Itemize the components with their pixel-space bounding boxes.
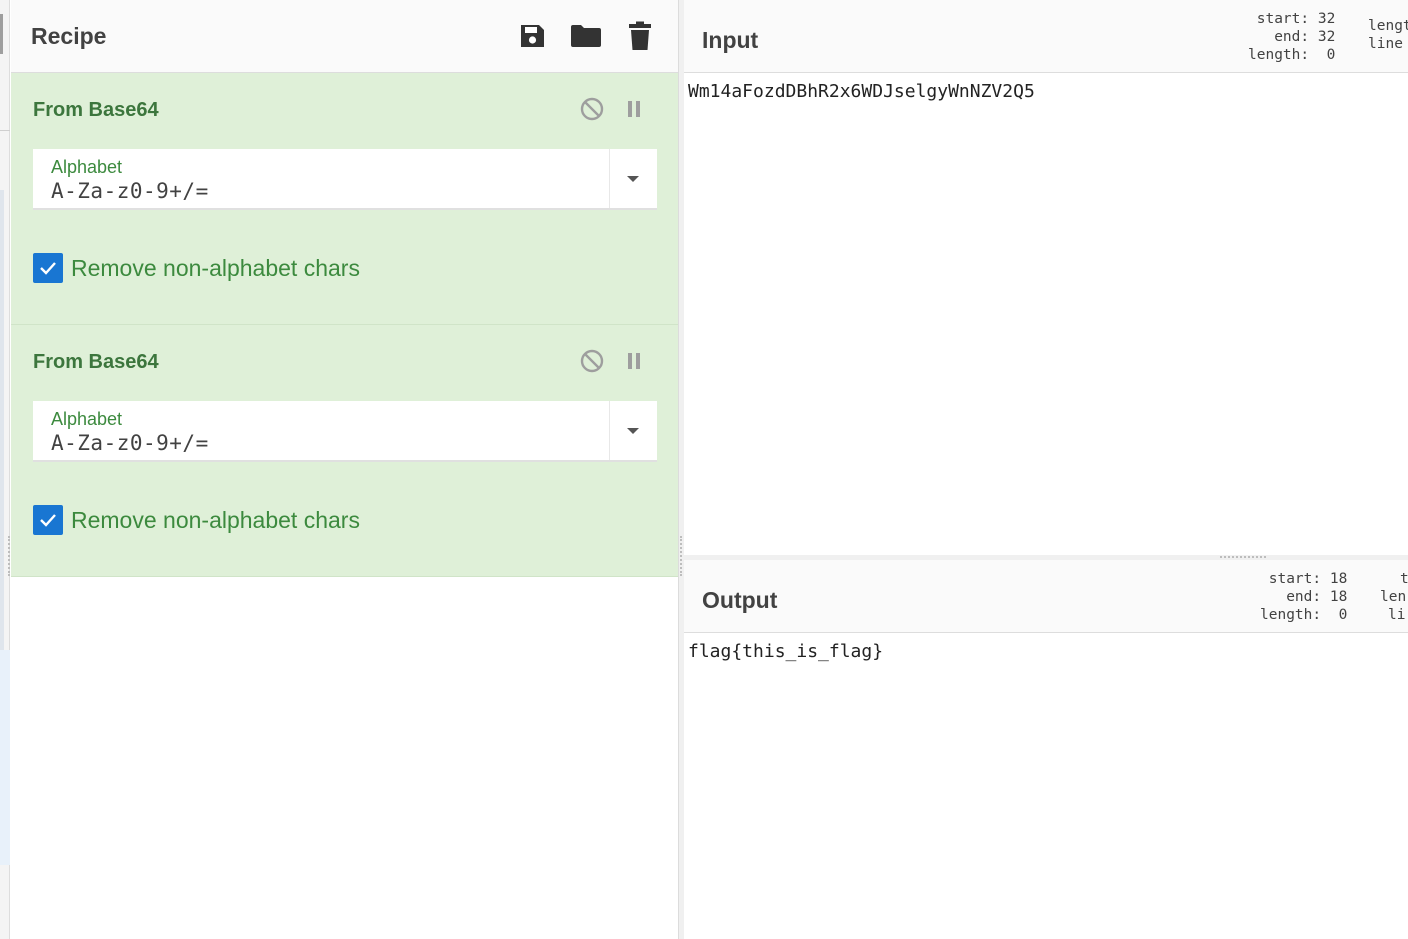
checkbox-label: Remove non-alphabet chars bbox=[71, 506, 360, 533]
remove-non-alphabet-checkbox[interactable] bbox=[33, 253, 63, 283]
output-header: Output start: 18 end: 18 length: 0 t len… bbox=[684, 560, 1408, 633]
alphabet-value[interactable]: A-Za-z0-9+/= bbox=[51, 179, 209, 203]
edge-divider bbox=[0, 130, 10, 131]
alphabet-select[interactable]: Alphabet A-Za-z0-9+/= bbox=[33, 401, 657, 462]
save-recipe-button[interactable] bbox=[516, 20, 548, 52]
disable-icon bbox=[580, 97, 604, 121]
trash-icon bbox=[629, 21, 651, 50]
recipe-panel: Recipe From Base64 Alphabet A-Za-z0-9+/=… bbox=[11, 0, 679, 939]
remove-non-alphabet-checkbox-row[interactable]: Remove non-alphabet chars bbox=[33, 253, 360, 283]
alphabet-value[interactable]: A-Za-z0-9+/= bbox=[51, 431, 209, 455]
stat-length-total: len bbox=[1380, 589, 1407, 605]
checkmark-icon bbox=[40, 262, 56, 275]
output-title: Output bbox=[702, 587, 778, 613]
stat-length: length: 0 bbox=[1260, 607, 1348, 623]
remove-non-alphabet-checkbox[interactable] bbox=[33, 505, 63, 535]
folder-icon bbox=[571, 25, 601, 47]
remove-non-alphabet-checkbox-row[interactable]: Remove non-alphabet chars bbox=[33, 505, 360, 535]
output-textarea[interactable]: flag{this_is_flag} bbox=[684, 633, 1408, 670]
stat-length-total: lengt bbox=[1368, 18, 1408, 34]
input-text-stats: lengt line bbox=[1368, 17, 1408, 53]
operation-from-base64[interactable]: From Base64 Alphabet A-Za-z0-9+/= Remove… bbox=[11, 325, 678, 577]
stat-end: end: 32 bbox=[1274, 29, 1336, 45]
stat-lines: li bbox=[1388, 607, 1406, 623]
cyberchef-window: Recipe From Base64 Alphabet A-Za-z0-9+/=… bbox=[0, 0, 1408, 939]
field-divider bbox=[609, 149, 610, 208]
input-panel: Input start: 32 end: 32 length: 0 lengt … bbox=[684, 0, 1408, 555]
recipe-toolbar bbox=[516, 20, 656, 52]
resize-handle[interactable] bbox=[8, 536, 10, 576]
operation-from-base64[interactable]: From Base64 Alphabet A-Za-z0-9+/= Remove… bbox=[11, 73, 678, 325]
input-textarea[interactable]: Wm14aFozdDBhR2x6WDJselgyWnNZV2Q5 bbox=[684, 73, 1408, 110]
edge-highlight bbox=[0, 190, 4, 650]
save-icon bbox=[521, 25, 544, 47]
edge-highlight-blue bbox=[0, 650, 10, 865]
pause-icon bbox=[628, 353, 640, 369]
output-text-stats: t len li bbox=[1380, 570, 1408, 624]
checkbox-label: Remove non-alphabet chars bbox=[71, 254, 360, 281]
stat-end: end: 18 bbox=[1286, 589, 1348, 605]
alphabet-select[interactable]: Alphabet A-Za-z0-9+/= bbox=[33, 149, 657, 210]
chevron-down-icon[interactable] bbox=[627, 428, 639, 434]
stat-lines: line bbox=[1368, 36, 1403, 52]
clear-recipe-button[interactable] bbox=[624, 20, 656, 52]
load-recipe-button[interactable] bbox=[570, 20, 602, 52]
chevron-down-icon[interactable] bbox=[627, 176, 639, 182]
alphabet-label: Alphabet bbox=[51, 409, 123, 429]
operations-panel-edge bbox=[0, 0, 10, 939]
operation-title: From Base64 bbox=[33, 351, 159, 373]
checkmark-icon bbox=[40, 514, 56, 527]
stat-length: length: 0 bbox=[1248, 47, 1336, 63]
recipe-header: Recipe bbox=[11, 0, 678, 73]
disable-icon bbox=[580, 349, 604, 373]
scrollbar-edge[interactable] bbox=[0, 14, 3, 54]
output-selection-stats: start: 18 end: 18 length: 0 bbox=[1260, 570, 1347, 624]
disable-operation-button[interactable] bbox=[578, 347, 606, 375]
alphabet-label: Alphabet bbox=[51, 157, 123, 177]
recipe-title: Recipe bbox=[31, 22, 107, 49]
input-title: Input bbox=[702, 27, 759, 53]
input-header: Input start: 32 end: 32 length: 0 lengt … bbox=[684, 0, 1408, 73]
breakpoint-button[interactable] bbox=[620, 95, 648, 123]
operation-title: From Base64 bbox=[33, 99, 159, 121]
breakpoint-button[interactable] bbox=[620, 347, 648, 375]
stat-start: start: 32 bbox=[1256, 11, 1336, 27]
resize-handle[interactable] bbox=[1220, 556, 1266, 558]
resize-handle[interactable] bbox=[680, 536, 682, 576]
stat-start: start: 18 bbox=[1268, 571, 1348, 587]
stat-time: t bbox=[1400, 571, 1408, 587]
field-divider bbox=[609, 401, 610, 460]
pause-icon bbox=[628, 101, 640, 117]
input-selection-stats: start: 32 end: 32 length: 0 bbox=[1248, 10, 1335, 64]
disable-operation-button[interactable] bbox=[578, 95, 606, 123]
output-panel: Output start: 18 end: 18 length: 0 t len… bbox=[684, 560, 1408, 939]
